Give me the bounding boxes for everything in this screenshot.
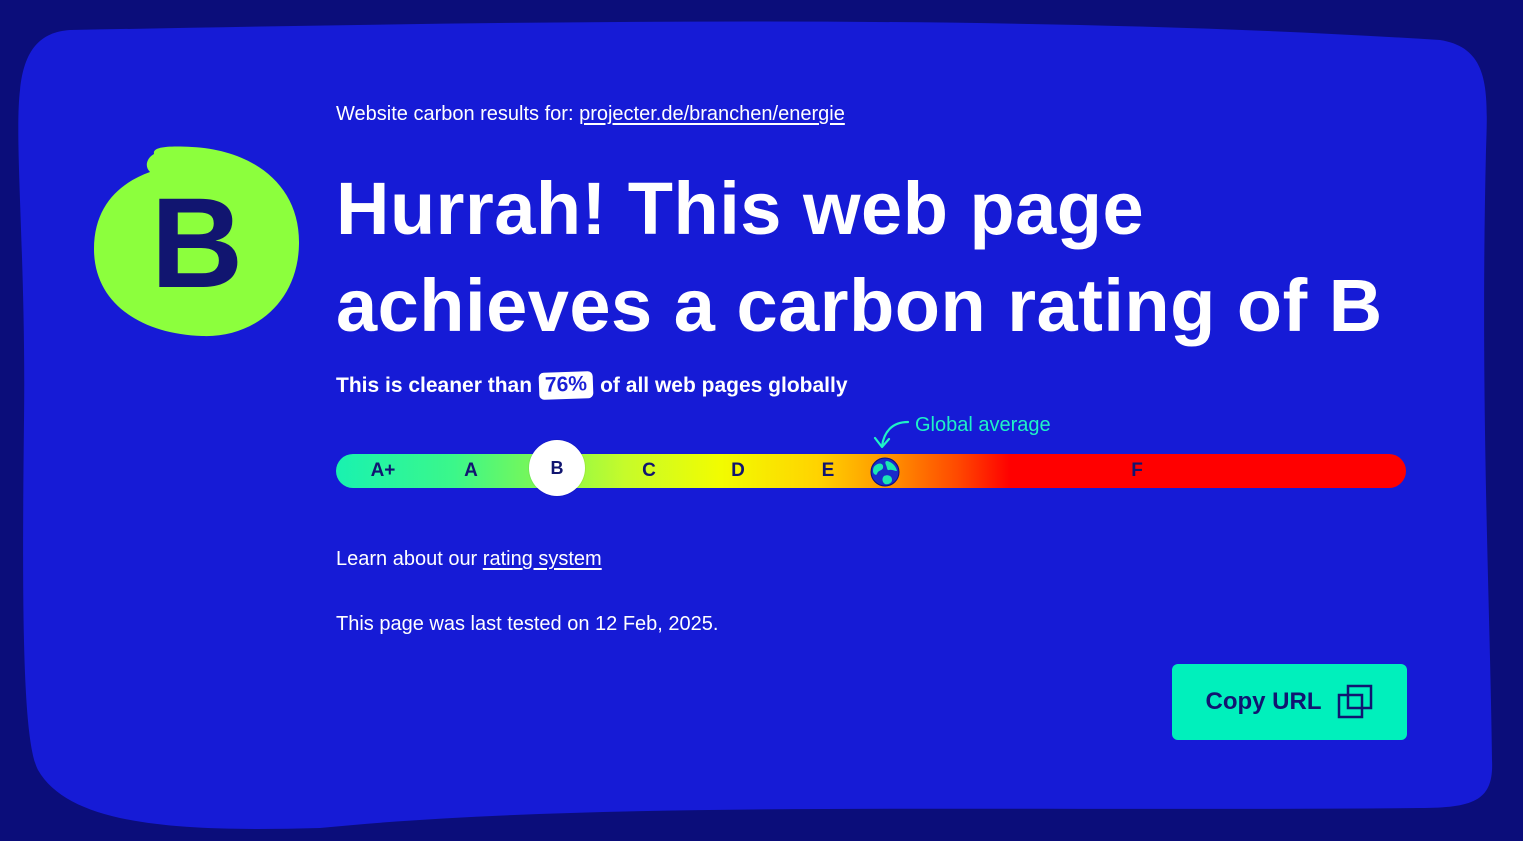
page-title: Hurrah! This web page achieves a carbon … (336, 167, 1383, 347)
percent-badge: 76% (538, 371, 594, 400)
cleaner-than-line: This is cleaner than 76% of all web page… (336, 371, 848, 400)
copy-url-button[interactable]: Copy URL (1172, 664, 1407, 740)
results-url-link[interactable]: projecter.de/branchen/energie (579, 103, 845, 125)
grade-tick-c: C (642, 460, 656, 481)
results-prefix: Website carbon results for: (336, 103, 580, 125)
learn-rating-line: Learn about our rating system (336, 548, 602, 571)
cleaner-prefix: This is cleaner than (336, 373, 533, 397)
copy-url-label: Copy URL (1205, 688, 1322, 715)
globe-icon (870, 457, 900, 487)
results-line: Website carbon results for: projecter.de… (336, 103, 845, 126)
grade-tick-f: F (1131, 460, 1143, 481)
learn-prefix: Learn about our (336, 548, 483, 570)
grade-tick-d: D (731, 460, 745, 481)
curved-arrow-icon (873, 420, 910, 449)
grade-tick-e: E (821, 460, 835, 481)
grade-tick-a: A (464, 460, 478, 481)
grade-letter: B (150, 172, 244, 315)
copy-icon (1337, 684, 1372, 719)
current-grade-marker: B (529, 440, 585, 496)
global-average-label: Global average (915, 414, 1051, 436)
rating-system-link[interactable]: rating system (483, 548, 602, 570)
last-tested-text: This page was last tested on 12 Feb, 202… (336, 613, 719, 635)
cleaner-suffix: of all web pages globally (600, 373, 848, 397)
grade-tick-a-plus: A+ (370, 460, 396, 481)
